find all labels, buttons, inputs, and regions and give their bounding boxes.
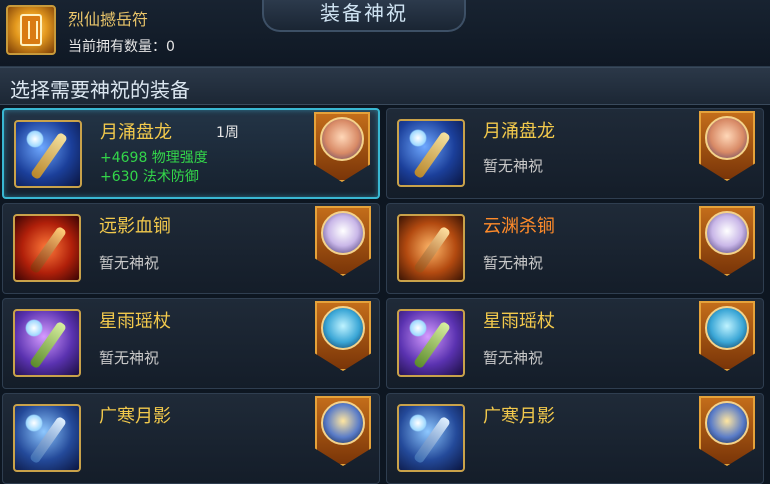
blessing-status: 暂无神祝 <box>99 254 160 272</box>
chain-weapon-icon <box>14 120 82 188</box>
equipment-card[interactable]: 远影血锏 暂无神祝 <box>2 203 380 294</box>
staff-weapon-icon <box>13 309 81 377</box>
item-name: 广寒月影 <box>99 406 171 427</box>
mage-hero-avatar <box>321 306 365 350</box>
header-bar: 烈仙撼岳符 当前拥有数量：0 装备神祝 <box>0 0 770 67</box>
hero-emblem <box>699 111 755 181</box>
equipment-card[interactable]: 广寒月影 <box>386 393 764 484</box>
hero-emblem <box>315 396 371 466</box>
blessing-status: 暂无神祝 <box>483 157 544 175</box>
equipment-card[interactable]: 星雨瑶杖 暂无神祝 <box>386 298 764 389</box>
stat-physical-strength: +4698 物理强度 <box>100 150 208 166</box>
equipment-card[interactable]: 月涌盘龙 暂无神祝 <box>386 108 764 199</box>
blessing-status: 暂无神祝 <box>99 349 160 367</box>
hero-emblem <box>314 112 370 182</box>
hero-emblem <box>315 301 371 371</box>
blade-weapon-icon <box>13 404 81 472</box>
item-name: 远影血锏 <box>99 216 171 237</box>
equipment-card[interactable]: 云渊杀锏 暂无神祝 <box>386 203 764 294</box>
mace-weapon-icon <box>13 214 81 282</box>
equipment-card[interactable]: 广寒月影 <box>2 393 380 484</box>
section-title: 选择需要神祝的装备 <box>10 78 190 102</box>
stat-magic-defense: +630 法术防御 <box>100 169 199 185</box>
hero-emblem <box>699 396 755 466</box>
item-name: 星雨瑶杖 <box>483 311 555 332</box>
hero-emblem <box>315 206 371 276</box>
owned-count: 当前拥有数量：0 <box>68 39 175 55</box>
mace-weapon-icon <box>397 214 465 282</box>
cat-hero-avatar <box>705 211 749 255</box>
blessing-status: 暂无神祝 <box>483 349 544 367</box>
section-header: 选择需要神祝的装备 <box>0 67 770 105</box>
hero-emblem <box>699 301 755 371</box>
item-name: 月涌盘龙 <box>100 122 172 143</box>
item-name: 云渊杀锏 <box>483 216 555 237</box>
pig-hero-avatar <box>705 116 749 160</box>
knight-hero-avatar <box>321 401 365 445</box>
equipment-list: 月涌盘龙 1周 +4698 物理强度 +630 法术防御 月涌盘龙 暂无神祝 远… <box>0 104 770 484</box>
knight-hero-avatar <box>705 401 749 445</box>
item-name: 星雨瑶杖 <box>99 311 171 332</box>
charm-name: 烈仙撼岳符 <box>68 10 149 29</box>
chain-weapon-icon <box>397 119 465 187</box>
equipment-card[interactable]: 月涌盘龙 1周 +4698 物理强度 +630 法术防御 <box>2 108 380 199</box>
item-duration: 1周 <box>216 125 239 141</box>
equipment-card[interactable]: 星雨瑶杖 暂无神祝 <box>2 298 380 389</box>
window-title: 装备神祝 <box>262 0 466 32</box>
item-name: 广寒月影 <box>483 406 555 427</box>
item-name: 月涌盘龙 <box>483 121 555 142</box>
staff-weapon-icon <box>397 309 465 377</box>
blessing-status: 暂无神祝 <box>483 254 544 272</box>
mage-hero-avatar <box>705 306 749 350</box>
blade-weapon-icon <box>397 404 465 472</box>
hero-emblem <box>699 206 755 276</box>
pig-hero-avatar <box>320 117 364 161</box>
talisman-icon[interactable] <box>6 5 56 55</box>
cat-hero-avatar <box>321 211 365 255</box>
